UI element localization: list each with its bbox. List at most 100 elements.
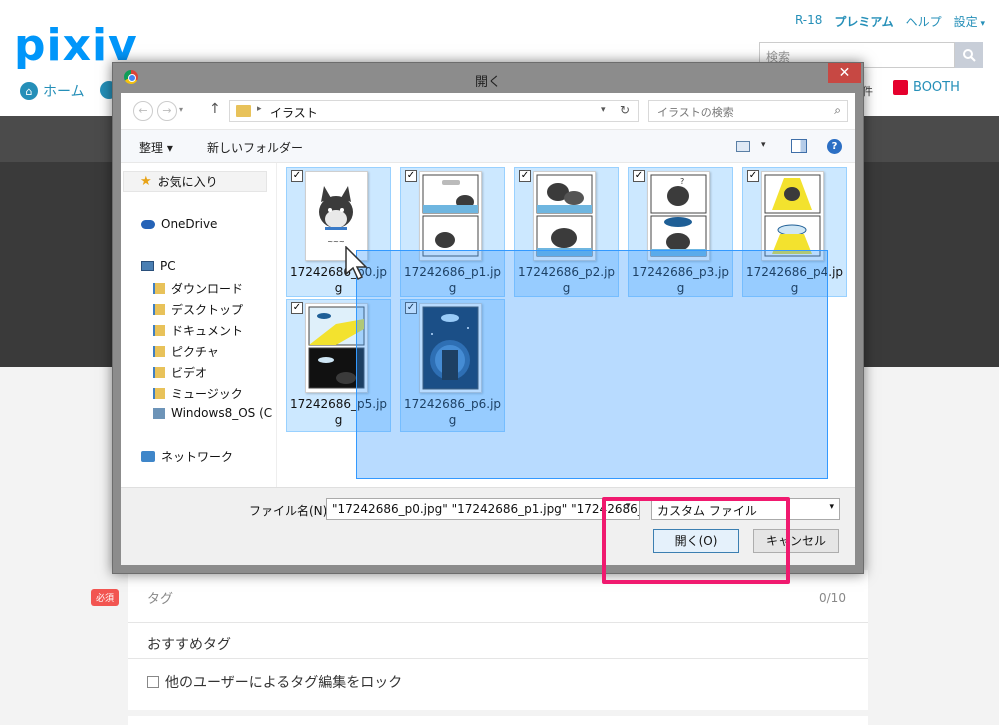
history-dropdown-icon[interactable]: ▾	[179, 105, 183, 114]
nav-windows-drive[interactable]: Windows8_OS (C	[153, 406, 272, 420]
documents-folder-icon	[153, 325, 165, 336]
view-options-icon[interactable]	[736, 141, 750, 152]
r18-link[interactable]: R-18	[795, 13, 822, 30]
nav-pictures[interactable]: ピクチャ	[153, 343, 219, 360]
nav-onedrive[interactable]: OneDrive	[141, 217, 217, 231]
refresh-icon[interactable]: ↻	[620, 103, 630, 117]
thumbnail-image	[419, 171, 482, 261]
nav-home-label: ホーム	[43, 84, 85, 100]
recommended-tags-heading: おすすめタグ	[147, 637, 231, 653]
thumbnail-image: ?	[647, 171, 710, 261]
network-icon	[141, 451, 155, 462]
nav-documents-label: ドキュメント	[171, 324, 244, 338]
comic-panels-icon: ?	[650, 174, 707, 257]
next-card	[128, 716, 868, 725]
svg-text:?: ?	[680, 177, 684, 186]
nav-home[interactable]: ⌂ ホーム	[20, 81, 85, 101]
svg-text:~~~: ~~~	[327, 238, 345, 246]
nav-pictures-label: ピクチャ	[171, 345, 219, 359]
nav-favorites-label: お気に入り	[157, 175, 218, 189]
premium-link[interactable]: プレミアム	[834, 13, 893, 30]
nav-pc[interactable]: PC	[141, 259, 176, 273]
file-checkbox[interactable]: ✓	[291, 170, 303, 182]
comic-panels-icon	[764, 174, 821, 257]
organize-menu[interactable]: 整理 ▾	[139, 139, 173, 156]
nav-documents[interactable]: ドキュメント	[153, 322, 243, 339]
help-icon[interactable]: ?	[827, 139, 842, 154]
lock-tags-label: 他のユーザーによるタグ編集をロック	[165, 675, 403, 691]
nav-videos[interactable]: ビデオ	[153, 364, 207, 381]
nav-favorites[interactable]: ★ お気に入り	[123, 171, 267, 192]
tag-input[interactable]: タグ	[147, 588, 173, 607]
thumbnail-image	[533, 171, 596, 261]
nav-onedrive-label: OneDrive	[161, 217, 218, 231]
booth-icon	[893, 80, 908, 95]
downloads-folder-icon	[153, 283, 165, 294]
booth-label: BOOTH	[913, 80, 960, 95]
folder-icon	[236, 105, 251, 117]
top-links: R-18 プレミアム ヘルプ 設定	[795, 13, 985, 30]
computer-icon	[141, 261, 154, 271]
folder-search-input[interactable]: イラストの検索 ⌕	[648, 100, 848, 122]
nav-music[interactable]: ミュージック	[153, 385, 243, 402]
filename-input[interactable]: "17242686_p0.jpg" "17242686_p1.jpg" "172…	[326, 498, 640, 520]
site-search-button[interactable]	[955, 42, 983, 68]
search-icon: ⌕	[834, 103, 841, 117]
folder-search-placeholder: イラストの検索	[657, 106, 734, 119]
videos-folder-icon	[153, 367, 165, 378]
nav-downloads[interactable]: ダウンロード	[153, 280, 243, 297]
address-bar[interactable]: ▸ イラスト ▾ ↻	[229, 100, 639, 122]
nav-music-label: ミュージック	[171, 387, 243, 401]
address-dropdown-icon[interactable]: ▾	[601, 105, 606, 115]
tag-count: 0/10	[819, 591, 846, 605]
address-row: ← → ▾ ↑ ▸ イラスト ▾ ↻ イラストの検索 ⌕	[121, 93, 855, 130]
file-checkbox[interactable]: ✓	[519, 170, 531, 182]
pictures-folder-icon	[153, 346, 165, 357]
nav-network[interactable]: ネットワーク	[141, 448, 233, 465]
comic-panels-icon	[422, 174, 479, 257]
file-checkbox[interactable]: ✓	[633, 170, 645, 182]
divider	[128, 658, 868, 659]
nav-windows-drive-label: Windows8_OS (C	[171, 406, 273, 420]
lock-tags-option[interactable]: 他のユーザーによるタグ編集をロック	[147, 672, 402, 692]
file-checkbox[interactable]: ✓	[405, 170, 417, 182]
new-folder-button[interactable]: 新しいフォルダー	[207, 139, 303, 156]
nav-network-label: ネットワーク	[161, 450, 234, 464]
dialog-titlebar[interactable]: 開く ✕	[113, 63, 863, 93]
home-icon: ⌂	[20, 82, 38, 100]
nav-desktop-label: デスクトップ	[171, 303, 244, 317]
drive-icon	[153, 407, 165, 419]
required-badge: 必須	[91, 589, 120, 606]
music-folder-icon	[153, 388, 165, 399]
highlight-annotation	[602, 497, 790, 584]
star-icon: ★	[140, 174, 152, 189]
file-list: ✓ ~~~ 17242686_p0.jpg ✓ 17242686_p1.jpg …	[278, 163, 855, 487]
mouse-cursor-icon	[345, 246, 368, 281]
settings-link[interactable]: 設定	[954, 13, 985, 30]
navigation-pane: ★ お気に入り OneDrive PC ダウンロード デスクトップ ドキュメント…	[121, 163, 277, 487]
search-icon	[963, 49, 976, 62]
back-arrow-icon[interactable]: ←	[133, 101, 153, 121]
breadcrumb[interactable]: イラスト	[270, 104, 318, 121]
preview-pane-icon[interactable]	[791, 139, 807, 153]
desktop-folder-icon	[153, 304, 165, 315]
booth-link[interactable]: BOOTH	[893, 80, 960, 95]
divider	[128, 622, 868, 623]
comic-panels-icon	[536, 174, 593, 257]
help-link[interactable]: ヘルプ	[906, 13, 942, 30]
up-arrow-icon[interactable]: ↑	[209, 101, 221, 117]
cloud-icon	[141, 219, 155, 229]
forward-arrow-icon[interactable]: →	[157, 101, 177, 121]
breadcrumb-chevron-icon[interactable]: ▸	[257, 104, 262, 114]
file-checkbox[interactable]: ✓	[291, 302, 303, 314]
view-dropdown-icon[interactable]: ▾	[761, 140, 766, 150]
file-checkbox[interactable]: ✓	[747, 170, 759, 182]
close-button[interactable]: ✕	[828, 63, 861, 83]
dialog-toolbar: 整理 ▾ 新しいフォルダー ▾ ?	[121, 130, 855, 163]
nav-videos-label: ビデオ	[171, 366, 208, 380]
nav-desktop[interactable]: デスクトップ	[153, 301, 243, 318]
selection-rectangle	[356, 250, 828, 479]
lock-tags-checkbox[interactable]	[147, 676, 159, 688]
nav-pc-label: PC	[160, 259, 176, 273]
dialog-title: 開く	[474, 75, 501, 90]
